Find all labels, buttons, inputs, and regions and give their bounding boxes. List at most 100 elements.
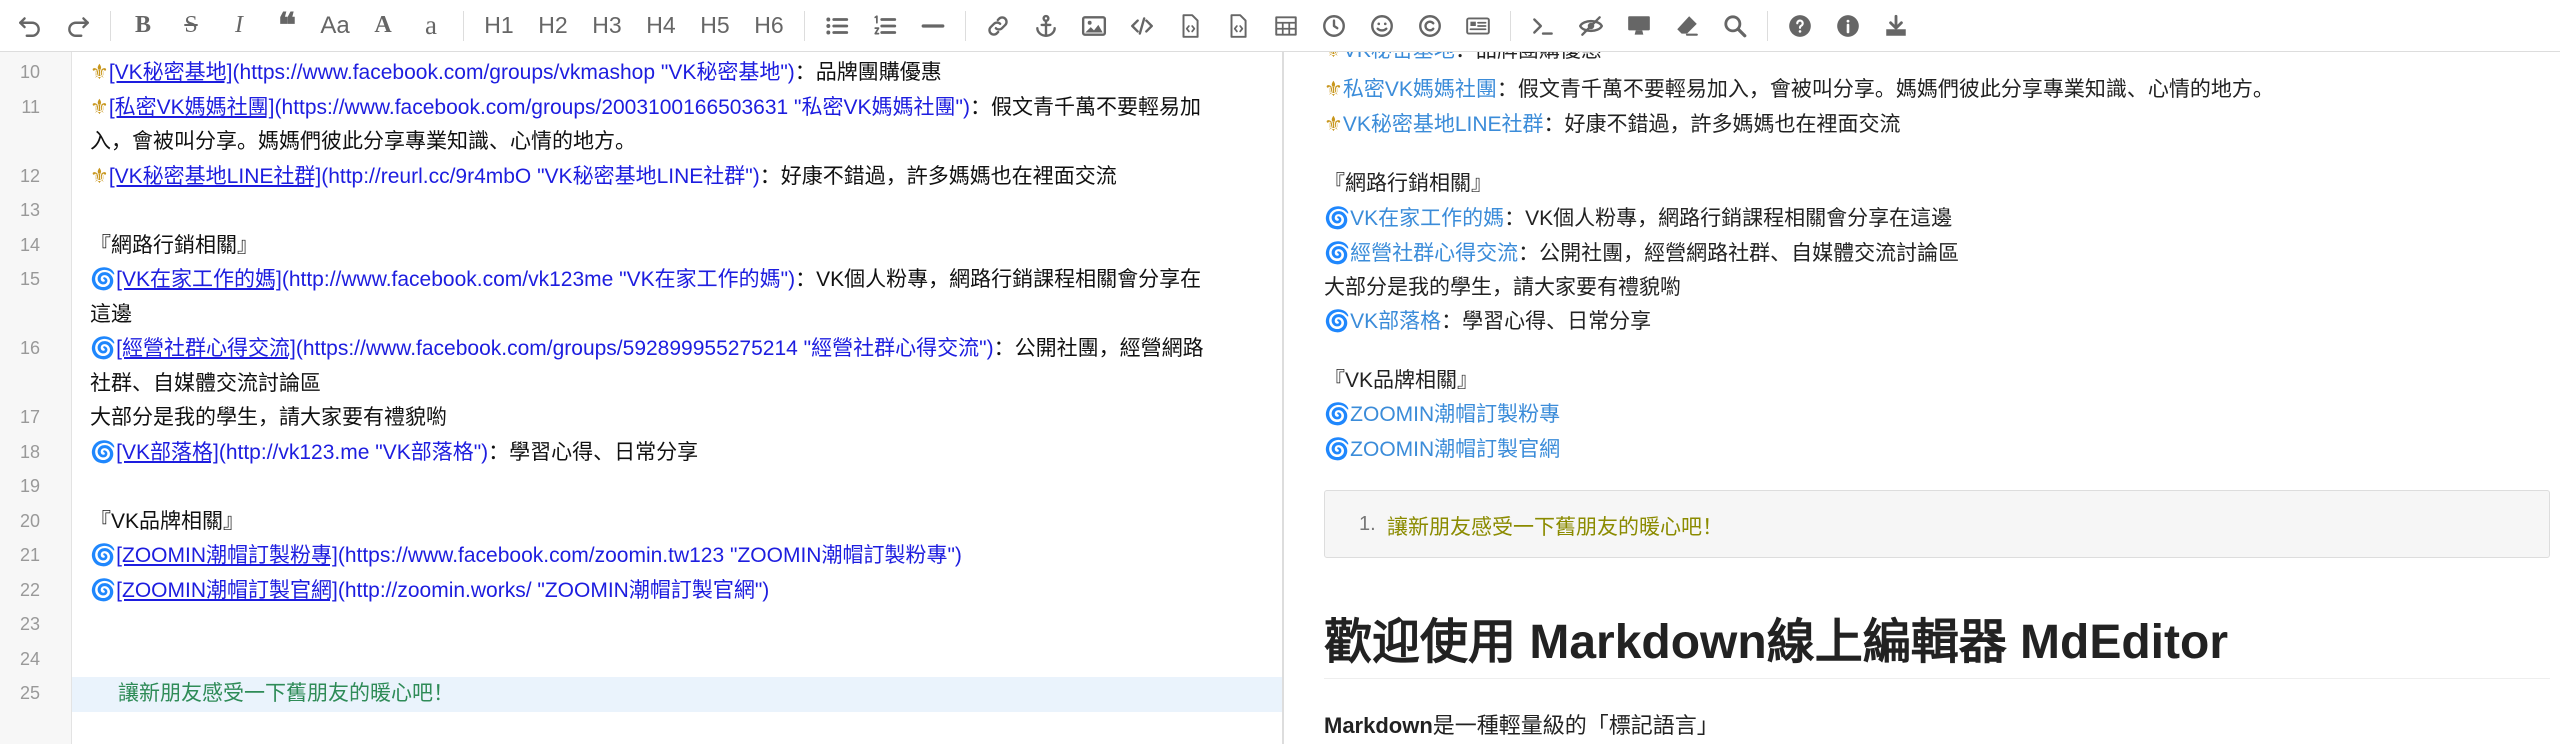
preview-link[interactable]: 私密VK媽媽社團	[1343, 78, 1497, 101]
italic-icon: I	[235, 12, 243, 38]
ordered-list-button[interactable]	[865, 6, 905, 46]
preview-link[interactable]: ZOOMIN潮帽訂製官網	[1350, 438, 1560, 461]
code-line[interactable]: 『VK品牌相關』	[90, 505, 1260, 540]
table-button[interactable]	[1266, 6, 1306, 46]
newspaper-icon	[1466, 16, 1490, 35]
link-text: [ZOOMIN潮帽訂製粉專]	[116, 544, 338, 567]
h2-button[interactable]: H2	[530, 6, 576, 46]
code-block-button[interactable]	[1170, 6, 1210, 46]
code-block-alt-button[interactable]	[1218, 6, 1258, 46]
line-number: 12	[19, 165, 40, 186]
font-size-button[interactable]: Aa	[315, 6, 355, 46]
quote-icon: ❝	[277, 6, 297, 45]
preview-link[interactable]: 經營社群心得交流	[1350, 242, 1518, 265]
toolbar-divider	[965, 10, 966, 41]
link-url: (https://www.facebook.com/groups/vkmasho…	[232, 61, 795, 84]
line-number: 16	[19, 338, 40, 358]
bold-icon: B	[134, 12, 151, 38]
preview-line: 🌀VK在家工作的媽：VK個人粉專，網路行銷課程相關會分享在這邊	[1324, 202, 1952, 232]
line-number: 23	[19, 614, 40, 634]
code-line[interactable]: 讓新朋友感受一下舊朋友的暖心吧！	[72, 677, 1282, 712]
link-desc: ：品牌團購優惠	[794, 61, 942, 84]
horizontal-rule-button[interactable]	[913, 6, 953, 46]
uppercase-button[interactable]: A	[363, 6, 403, 46]
font-size-icon: Aa	[320, 11, 350, 39]
undo-button[interactable]	[10, 6, 50, 46]
h5-button[interactable]: H5	[692, 6, 738, 46]
wrapped-text: 社群、自媒體交流討論區	[90, 371, 321, 395]
fullscreen-button[interactable]	[1619, 6, 1659, 46]
table-icon	[1275, 15, 1297, 36]
cyclone-icon: 🌀	[90, 268, 117, 291]
preview-link[interactable]: VK秘密基地	[1343, 52, 1455, 62]
search-button[interactable]	[1715, 6, 1755, 46]
anchor-button[interactable]	[1026, 6, 1066, 46]
fleur-de-lis-icon: ⚜	[90, 61, 109, 84]
line-number: 20	[19, 510, 40, 531]
link-desc: ：假文青千萬不要輕易加	[969, 95, 1201, 119]
preview-link[interactable]: VK在家工作的媽	[1350, 207, 1504, 230]
toggle-preview-button[interactable]	[1571, 6, 1611, 46]
code-button[interactable]	[1122, 6, 1162, 46]
goto-line-button[interactable]	[1523, 6, 1563, 46]
strikethrough-icon: S	[184, 12, 198, 38]
preview-text: 大部分是我的學生，請大家要有禮貌喲	[1324, 276, 1681, 299]
code-line[interactable]: 🌀[經營社群心得交流](https://www.facebook.com/gro…	[90, 332, 1260, 401]
strikethrough-button[interactable]: S	[171, 6, 211, 46]
link-text: [私密VK媽媽社團]	[108, 95, 275, 119]
code-line[interactable]: 大部分是我的學生，請大家要有禮貌喲	[90, 401, 1260, 436]
uppercase-icon: A	[374, 12, 392, 38]
code-line[interactable]: 🌀[VK部落格](http://vk123.me "VK部落格")：學習心得、日…	[90, 436, 1260, 471]
code-line[interactable]: 『網路行銷相關』	[90, 229, 1260, 264]
help-button[interactable]	[1780, 6, 1820, 46]
link-url: (http://vk123.me "VK部落格")	[218, 440, 489, 464]
bold-button[interactable]: B	[123, 6, 163, 46]
code-line[interactable]: ⚜[VK秘密基地LINE社群](http://reurl.cc/9r4mbO "…	[90, 160, 1260, 195]
image-button[interactable]	[1074, 6, 1114, 46]
redo-icon	[68, 16, 89, 37]
unordered-list-button[interactable]	[817, 6, 857, 46]
h6-button[interactable]: H6	[746, 6, 792, 46]
h4-button[interactable]: H4	[638, 6, 684, 46]
code-line[interactable]: 🌀[ZOOMIN潮帽訂製官網](http://zoomin.works/ "ZO…	[90, 574, 1260, 609]
cyclone-icon: 🌀	[90, 440, 117, 464]
preview-link[interactable]: VK部落格	[1350, 310, 1441, 333]
cyclone-icon: 🌀	[1324, 403, 1351, 426]
h3-button[interactable]: H3	[584, 6, 630, 46]
preview-desc: ：假文青千萬不要輕易加入，會被叫分享。媽媽們彼此分享專業知識、心情的地方。	[1496, 78, 2274, 101]
link-url: (https://www.facebook.com/groups/5928999…	[295, 337, 994, 360]
html-entities-button[interactable]	[1410, 6, 1450, 46]
redo-button[interactable]	[58, 6, 98, 46]
line-number: 17	[19, 407, 40, 427]
link-desc: ：學習心得、日常分享	[488, 440, 699, 464]
preview-link[interactable]: ZOOMIN潮帽訂製粉專	[1350, 403, 1560, 426]
code-line[interactable]: ⚜[VK秘密基地](https://www.facebook.com/group…	[90, 56, 1260, 91]
line-number: 11	[21, 96, 40, 117]
lowercase-button[interactable]: a	[411, 6, 451, 46]
markdown-preview: ⚜VK秘密基地：品牌團購優惠 ⚜私密VK媽媽社團：假文青千萬不要輕易加入，會被叫…	[1286, 52, 2560, 744]
copyright-icon	[1419, 14, 1441, 37]
code-line[interactable]: 🌀[VK在家工作的媽](http://www.facebook.com/vk12…	[90, 263, 1260, 332]
clear-button[interactable]	[1667, 6, 1707, 46]
link-button[interactable]	[978, 6, 1018, 46]
markdown-editor[interactable]: 10 11 12 13 14 15 16 17 18 19 20 21 22 23 24 25 ⚜[VK秘密基…	[0, 52, 1284, 744]
ordered-list-icon	[874, 14, 897, 34]
italic-button[interactable]: I	[219, 6, 259, 46]
emoji-button[interactable]	[1362, 6, 1402, 46]
link-url: (https://www.facebook.com/zoomin.tw123 "…	[337, 544, 962, 567]
preview-link[interactable]: VK秘密基地LINE社群	[1343, 113, 1544, 136]
code-line[interactable]: 🌀[ZOOMIN潮帽訂製粉專](https://www.facebook.com…	[90, 539, 1260, 574]
quote-button[interactable]: ❝	[267, 6, 307, 46]
code-line[interactable]: ⚜[私密VK媽媽社團](https://www.facebook.com/gro…	[90, 91, 1260, 160]
heading-part: Markdown	[1529, 616, 1767, 669]
cyclone-icon: 🌀	[1324, 310, 1351, 333]
toolbar-divider	[1767, 10, 1768, 41]
info-button[interactable]	[1828, 6, 1868, 46]
datetime-button[interactable]	[1314, 6, 1354, 46]
link-text: [經營社群心得交流]	[116, 337, 296, 360]
h1-button[interactable]: H1	[476, 6, 522, 46]
pagebreak-button[interactable]	[1458, 6, 1498, 46]
link-text: [VK秘密基地LINE社群]	[108, 164, 322, 188]
preview-blockquote: 1. 讓新朋友感受一下舊朋友的暖心吧！	[1324, 490, 2550, 558]
download-button[interactable]	[1876, 6, 1916, 46]
